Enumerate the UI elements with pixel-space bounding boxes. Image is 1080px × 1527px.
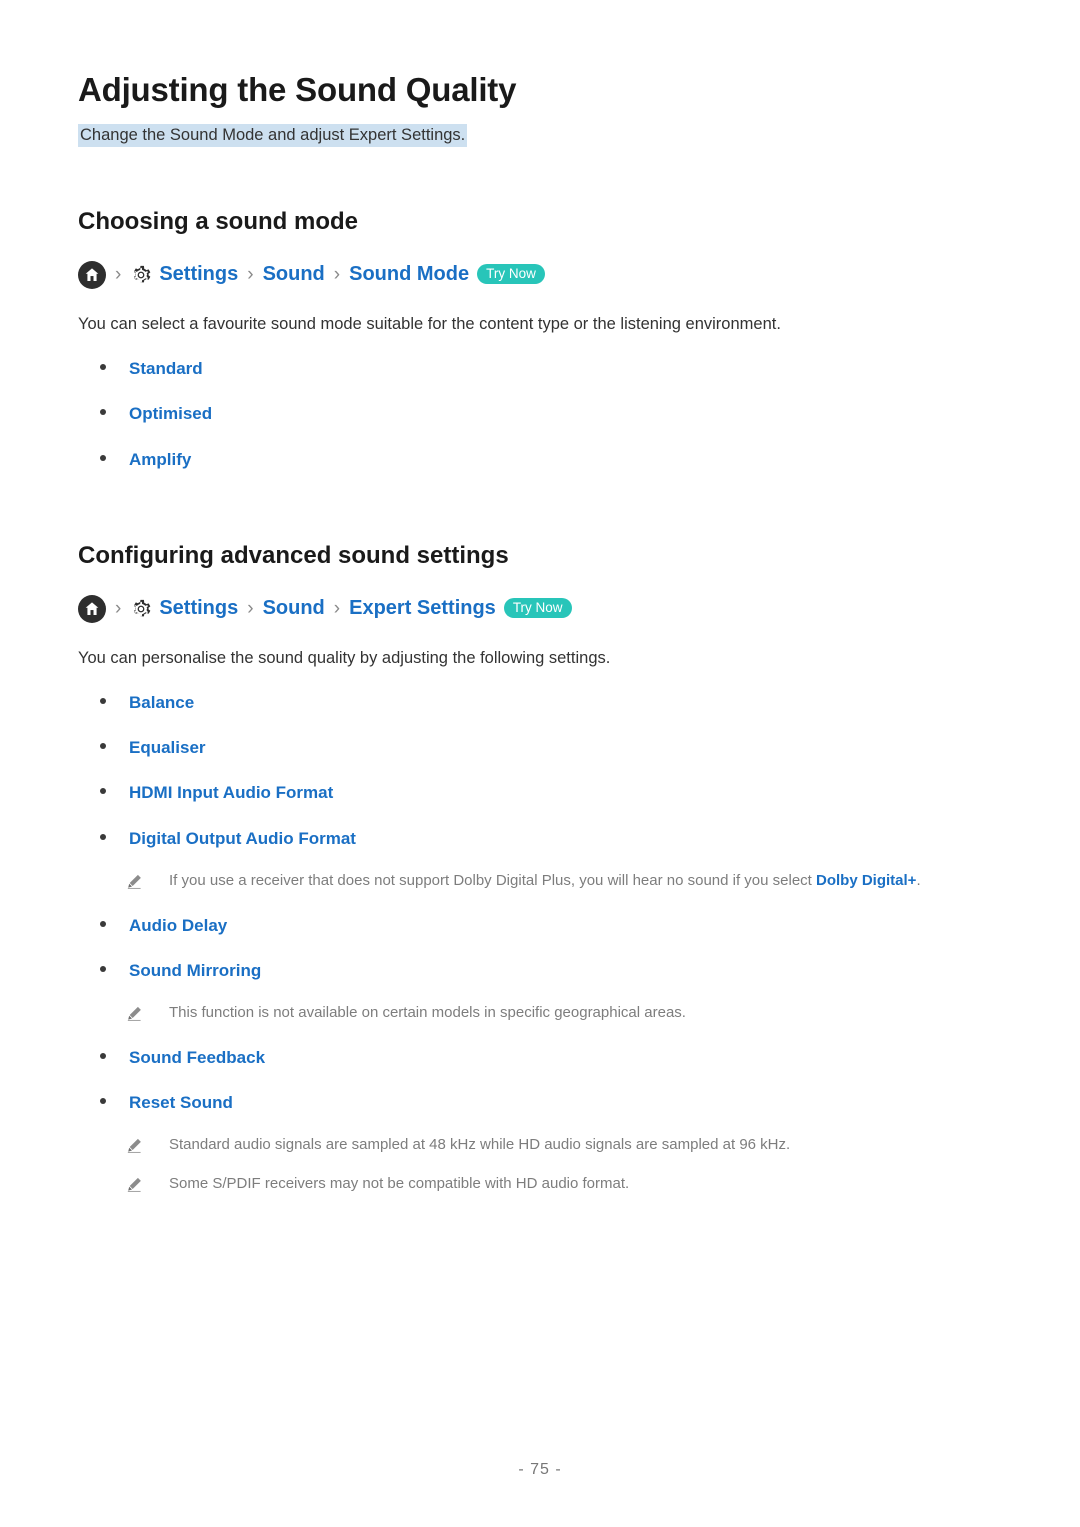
bullet-icon <box>100 920 106 927</box>
list-item-label[interactable]: Equaliser <box>129 738 206 758</box>
note-spdif-compatibility: Some S/PDIF receivers may not be compati… <box>78 1174 1002 1194</box>
breadcrumb-separator: › <box>333 598 341 620</box>
gear-icon[interactable] <box>130 598 152 620</box>
breadcrumb-separator: › <box>333 264 341 286</box>
section-heading-sound-mode: Choosing a sound mode <box>78 208 358 236</box>
bullet-icon <box>100 697 106 704</box>
breadcrumb-separator: › <box>247 264 254 286</box>
list-item[interactable]: Audio Delay <box>78 916 1002 936</box>
note-accent-term[interactable]: Dolby Digital+ <box>816 872 916 889</box>
breadcrumb-item-sound[interactable]: Sound <box>263 263 325 286</box>
bullet-icon <box>100 1052 106 1059</box>
breadcrumb-item-expert-settings[interactable]: Expert Settings <box>349 597 496 620</box>
page-title: Adjusting the Sound Quality <box>78 71 517 108</box>
pencil-icon <box>126 873 143 890</box>
list-item[interactable]: Balance <box>78 693 1002 713</box>
list-item[interactable]: Digital Output Audio Format <box>78 829 1002 849</box>
list-item-label[interactable]: Sound Feedback <box>129 1048 265 1068</box>
expert-settings-option-list-continued: Audio Delay Sound Mirroring <box>78 916 1002 982</box>
gear-icon[interactable] <box>130 264 152 286</box>
breadcrumb-item-settings[interactable]: Settings <box>159 597 238 620</box>
expert-settings-option-list-end: Sound Feedback Reset Sound <box>78 1048 1002 1114</box>
list-item-label[interactable]: HDMI Input Audio Format <box>129 783 333 803</box>
breadcrumb-separator: › <box>115 264 122 286</box>
try-now-badge[interactable]: Try Now <box>503 597 572 619</box>
breadcrumb-item-sound-mode[interactable]: Sound Mode <box>349 263 469 286</box>
pencil-icon <box>126 1137 143 1154</box>
section-intro-sound-mode: You can select a favourite sound mode su… <box>78 314 781 333</box>
note-sampling-rate: Standard audio signals are sampled at 48… <box>78 1135 1002 1155</box>
bullet-icon <box>100 409 106 416</box>
try-now-badge[interactable]: Try Now <box>477 263 545 285</box>
page-subtitle-row: Change the Sound Mode and adjust Expert … <box>78 124 1002 148</box>
bullet-icon <box>100 1097 106 1104</box>
list-item-label[interactable]: Standard <box>129 359 203 379</box>
page-subtitle: Change the Sound Mode and adjust Expert … <box>78 124 468 148</box>
document-page: Adjusting the Sound Quality Change the S… <box>0 0 1080 1527</box>
pencil-icon <box>126 1176 143 1193</box>
note-text-after: . <box>916 872 921 890</box>
bullet-icon <box>100 833 106 840</box>
note-text-before: If you use a receiver that does not supp… <box>169 872 817 890</box>
list-item[interactable]: Amplify <box>78 450 1002 470</box>
breadcrumb-sound-mode: › Settings › Sound › Sound Mode Try Now <box>78 260 1002 289</box>
list-item[interactable]: Equaliser <box>78 738 1002 758</box>
note-text: This function is not available on certai… <box>169 1004 686 1022</box>
pencil-icon <box>126 1005 143 1022</box>
expert-settings-option-list: Balance Equaliser HDMI Input Audio Forma… <box>78 693 1002 850</box>
list-item-label[interactable]: Reset Sound <box>129 1093 233 1113</box>
note-text: Some S/PDIF receivers may not be compati… <box>169 1174 630 1192</box>
list-item-label[interactable]: Sound Mirroring <box>129 961 261 981</box>
bullet-icon <box>100 743 106 750</box>
breadcrumb-separator: › <box>115 598 122 620</box>
note-sound-mirroring: This function is not available on certai… <box>78 1003 1002 1023</box>
page-number: - 75 - <box>518 1461 562 1478</box>
sound-mode-option-list: Standard Optimised Amplify <box>78 359 1002 470</box>
breadcrumb-expert-settings: › Settings › Sound › Expert Settings Try… <box>78 594 1002 623</box>
list-item-label[interactable]: Amplify <box>129 450 191 470</box>
list-item[interactable]: Standard <box>78 359 1002 379</box>
section-intro-expert-settings: You can personalise the sound quality by… <box>78 648 611 667</box>
breadcrumb-item-sound[interactable]: Sound <box>263 597 325 620</box>
list-item[interactable]: Sound Mirroring <box>78 961 1002 981</box>
breadcrumb-separator: › <box>247 598 254 620</box>
list-item[interactable]: HDMI Input Audio Format <box>78 783 1002 803</box>
breadcrumb-item-settings[interactable]: Settings <box>159 263 238 286</box>
list-item[interactable]: Reset Sound <box>78 1093 1002 1113</box>
list-item-label[interactable]: Audio Delay <box>129 916 227 936</box>
list-item[interactable]: Sound Feedback <box>78 1048 1002 1068</box>
list-item-label[interactable]: Balance <box>129 693 194 713</box>
list-item-label[interactable]: Digital Output Audio Format <box>129 829 356 849</box>
bullet-icon <box>100 363 106 370</box>
bullet-icon <box>100 788 106 795</box>
note-text: Standard audio signals are sampled at 48… <box>169 1136 791 1154</box>
home-icon[interactable] <box>78 260 106 289</box>
bullet-icon <box>100 965 106 972</box>
list-item[interactable]: Optimised <box>78 404 1002 424</box>
note-text: If you use a receiver that does not supp… <box>169 871 921 891</box>
note-dolby-digital: If you use a receiver that does not supp… <box>78 871 1002 891</box>
bullet-icon <box>100 454 106 461</box>
list-item-label[interactable]: Optimised <box>129 404 212 424</box>
section-heading-expert-settings: Configuring advanced sound settings <box>78 541 509 569</box>
home-icon[interactable] <box>78 594 106 623</box>
